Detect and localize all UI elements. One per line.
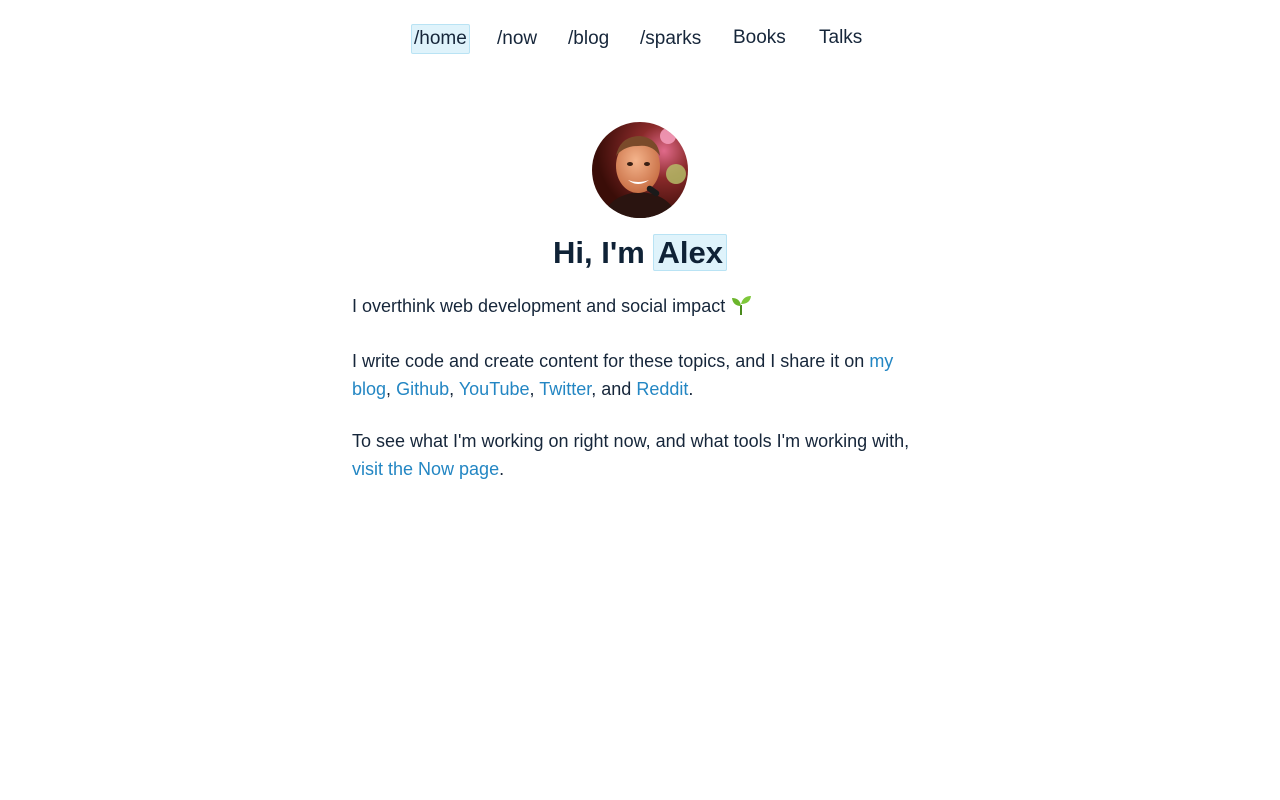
twitter-link[interactable]: Twitter <box>539 379 591 399</box>
intro-line-3: To see what I'm working on right now, an… <box>352 427 932 483</box>
nav-link-now[interactable]: /now <box>497 25 537 53</box>
comma: , <box>529 379 535 399</box>
nav-link-blog[interactable]: /blog <box>568 25 609 53</box>
avatar-photo-icon <box>592 122 688 218</box>
period: . <box>688 379 694 399</box>
page-title: Hi, I'm Alex <box>0 232 1280 274</box>
and-text: , and <box>591 379 632 399</box>
nav-link-sparks[interactable]: /sparks <box>640 25 701 53</box>
top-navigation: /home /now /blog /sparks Books Talks <box>0 24 1280 56</box>
nav-link-books[interactable]: Books <box>733 24 786 52</box>
youtube-link[interactable]: YouTube <box>459 379 530 399</box>
reddit-link[interactable]: Reddit <box>636 379 688 399</box>
intro-line-2: I write code and create content for thes… <box>352 347 932 403</box>
nav-link-home[interactable]: /home <box>411 24 470 54</box>
intro-line-1: I overthink web development and social i… <box>352 292 932 323</box>
greeting-text: Hi, I'm <box>553 235 645 270</box>
intro-line-2-text: I write code and create content for thes… <box>352 351 865 371</box>
name-highlight: Alex <box>653 234 727 271</box>
intro-line-1-text: I overthink web development and social i… <box>352 296 726 316</box>
comma: , <box>386 379 392 399</box>
github-link[interactable]: Github <box>396 379 449 399</box>
comma: , <box>449 379 455 399</box>
intro-line-3-text: To see what I'm working on right now, an… <box>352 431 910 451</box>
nav-link-talks[interactable]: Talks <box>819 24 862 52</box>
now-page-link[interactable]: visit the Now page <box>352 459 499 479</box>
seedling-icon <box>730 295 752 323</box>
period: . <box>499 459 505 479</box>
intro-content: I overthink web development and social i… <box>352 292 932 507</box>
avatar <box>592 122 688 218</box>
